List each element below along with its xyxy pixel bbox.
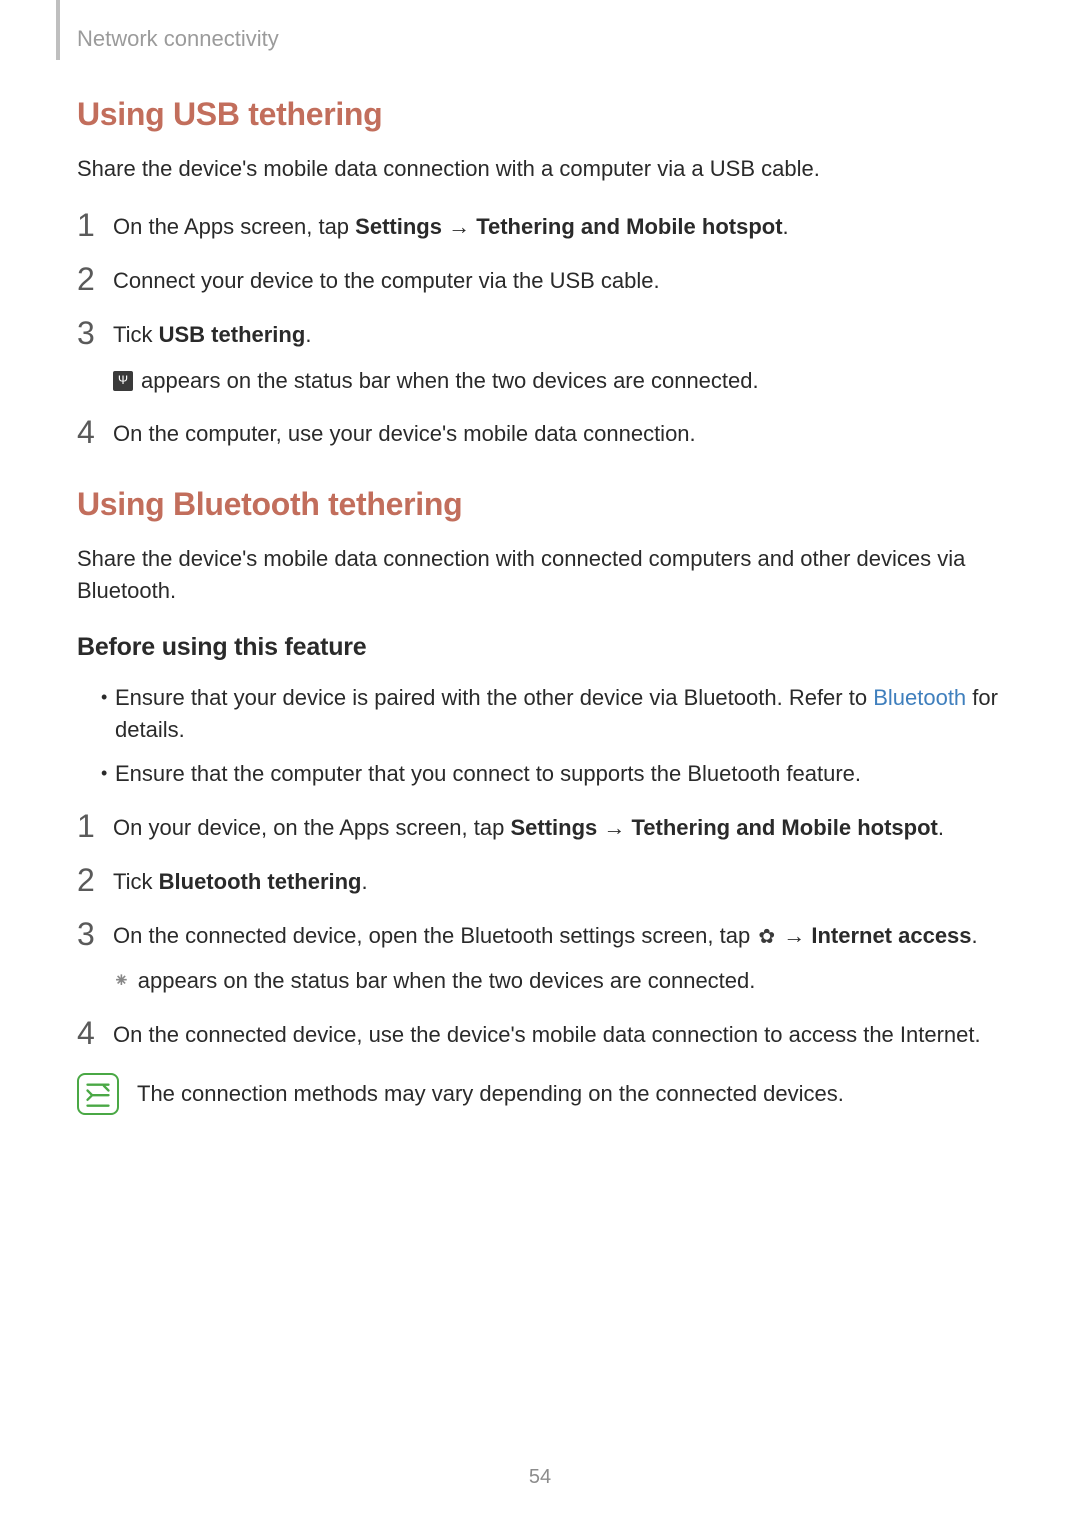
step-number: 2 <box>77 864 113 896</box>
note-callout: The connection methods may vary dependin… <box>77 1073 1003 1115</box>
text: Ensure that your device is paired with t… <box>115 685 873 710</box>
step-3-usb: 3 Tick USB tethering. Ψ appears on the s… <box>77 319 1003 397</box>
intro-bt: Share the device's mobile data connectio… <box>77 543 1003 607</box>
step-1-usb: 1 On the Apps screen, tap Settings → Tet… <box>77 211 1003 243</box>
text: . <box>972 923 978 948</box>
text: . <box>305 322 311 347</box>
text: Tick <box>113 322 159 347</box>
text: On the Apps screen, tap <box>113 214 355 239</box>
intro-usb: Share the device's mobile data connectio… <box>77 153 1003 185</box>
step-3-bt: 3 On the connected device, open the Blue… <box>77 920 1003 998</box>
step-2-usb: 2 Connect your device to the computer vi… <box>77 265 1003 297</box>
step-number: 4 <box>77 416 113 448</box>
arrow: → <box>777 923 811 948</box>
page-content: Using USB tethering Share the device's m… <box>77 96 1003 1135</box>
arrow: → <box>442 214 476 239</box>
bullet-text: Ensure that your device is paired with t… <box>115 682 1003 746</box>
step-text: On your device, on the Apps screen, tap … <box>113 812 1003 844</box>
note-icon <box>77 1073 119 1115</box>
step-number: 3 <box>77 918 113 950</box>
step-subtext: ⁕ appears on the status bar when the two… <box>113 965 1003 997</box>
usb-status-icon: Ψ <box>113 371 133 391</box>
step-text: Tick USB tethering. Ψ appears on the sta… <box>113 319 1003 397</box>
bold-settings: Settings <box>510 815 597 840</box>
bold-internet-access: Internet access <box>811 923 971 948</box>
step-number: 1 <box>77 810 113 842</box>
text: . <box>362 869 368 894</box>
heading-bluetooth-tethering: Using Bluetooth tethering <box>77 486 1003 523</box>
bullet-dot: • <box>101 682 115 713</box>
step-number: 1 <box>77 209 113 241</box>
bullet-item: • Ensure that your device is paired with… <box>77 682 1003 746</box>
step-text: On the Apps screen, tap Settings → Tethe… <box>113 211 1003 243</box>
step-2-bt: 2 Tick Bluetooth tethering. <box>77 866 1003 898</box>
page-number: 54 <box>0 1466 1080 1489</box>
text: On your device, on the Apps screen, tap <box>113 815 510 840</box>
step-4-usb: 4 On the computer, use your device's mob… <box>77 418 1003 450</box>
step-subtext: Ψ appears on the status bar when the two… <box>113 365 1003 397</box>
text: appears on the status bar when the two d… <box>138 965 756 997</box>
step-text: On the connected device, open the Blueto… <box>113 920 1003 998</box>
bullet-dot: • <box>101 758 115 789</box>
step-number: 2 <box>77 263 113 295</box>
step-text: Tick Bluetooth tethering. <box>113 866 1003 898</box>
link-bluetooth[interactable]: Bluetooth <box>873 685 966 710</box>
text: On the connected device, open the Blueto… <box>113 923 756 948</box>
text: . <box>783 214 789 239</box>
bold-tethering: Tethering and Mobile hotspot <box>476 214 782 239</box>
text: appears on the status bar when the two d… <box>141 365 759 397</box>
bluetooth-connected-icon: ⁕ <box>113 971 130 991</box>
bold-bt-tethering: Bluetooth tethering <box>159 869 362 894</box>
gear-icon: ✿ <box>758 927 775 947</box>
text: Tick <box>113 869 159 894</box>
heading-usb-tethering: Using USB tethering <box>77 96 1003 133</box>
bullet-list: • Ensure that your device is paired with… <box>77 682 1003 790</box>
note-text: The connection methods may vary dependin… <box>137 1078 844 1110</box>
breadcrumb: Network connectivity <box>77 26 279 52</box>
bullet-text: Ensure that the computer that you connec… <box>115 758 1003 790</box>
subheading-before-using: Before using this feature <box>77 633 1003 662</box>
text: . <box>938 815 944 840</box>
arrow: → <box>597 815 631 840</box>
bullet-item: • Ensure that the computer that you conn… <box>77 758 1003 790</box>
page-header-rule <box>56 0 60 60</box>
step-4-bt: 4 On the connected device, use the devic… <box>77 1019 1003 1051</box>
bold-tethering: Tethering and Mobile hotspot <box>632 815 938 840</box>
bold-usb-tethering: USB tethering <box>159 322 306 347</box>
bold-settings: Settings <box>355 214 442 239</box>
step-1-bt: 1 On your device, on the Apps screen, ta… <box>77 812 1003 844</box>
step-text: Connect your device to the computer via … <box>113 265 1003 297</box>
step-text: On the computer, use your device's mobil… <box>113 418 1003 450</box>
step-text: On the connected device, use the device'… <box>113 1019 1003 1051</box>
step-number: 4 <box>77 1017 113 1049</box>
step-number: 3 <box>77 317 113 349</box>
